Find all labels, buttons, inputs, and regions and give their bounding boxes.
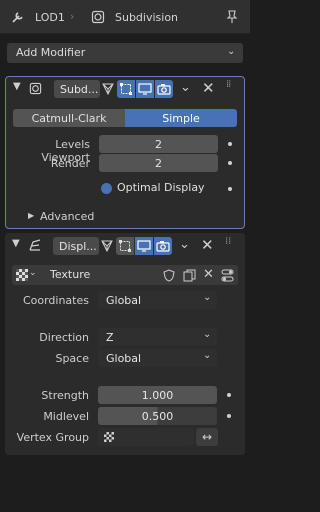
render-label: Render <box>50 157 90 170</box>
space-value: Global <box>106 351 142 365</box>
render-levels-field[interactable]: 2 <box>99 154 218 172</box>
midlevel-slider[interactable]: 0.500 <box>98 407 217 425</box>
modifier-icon <box>90 9 106 25</box>
subdivision-name: Subd... <box>60 82 99 96</box>
invert-arrows-icon[interactable]: ↔ <box>196 428 218 446</box>
texture-selector[interactable]: ⌄ Texture ✕ <box>12 265 238 285</box>
keyframe-dot-icon[interactable] <box>227 393 231 397</box>
coordinates-value: Global <box>106 293 142 307</box>
direction-value: Z <box>106 330 114 344</box>
strength-value: 1.000 <box>141 388 174 402</box>
tab-simple[interactable]: Simple <box>125 109 237 127</box>
add-modifier-label: Add Modifier <box>16 46 86 59</box>
chevron-down-icon: ⌄ <box>203 292 212 303</box>
chevron-down-icon: ⌄ <box>203 329 212 340</box>
subdivision-name-field[interactable]: Subd... <box>54 80 100 98</box>
strength-field[interactable]: 1.000 <box>98 386 217 404</box>
keyframe-dot-icon[interactable] <box>227 414 231 418</box>
tab-catmull-clark-label: Catmull-Clark <box>31 111 107 125</box>
midlevel-label: Midlevel <box>43 410 89 423</box>
close-icon[interactable]: ✕ <box>203 267 214 282</box>
wrench-icon[interactable] <box>10 9 26 25</box>
close-icon[interactable]: ✕ <box>201 236 214 254</box>
viewport-display-toggle-icon[interactable] <box>135 237 153 255</box>
texture-label: Texture <box>50 268 91 281</box>
render-toggle-icon[interactable] <box>154 237 172 255</box>
checker-texture-icon[interactable] <box>16 269 28 281</box>
chevron-down-icon: ⌄ <box>203 350 212 361</box>
optimal-display-label: Optimal Display <box>117 181 205 194</box>
shield-icon[interactable] <box>162 268 176 282</box>
subdivision-modifier-icon <box>28 81 42 95</box>
tab-simple-label: Simple <box>162 111 200 125</box>
duplicate-icon[interactable] <box>182 268 196 282</box>
object-name: LOD1 <box>35 11 65 24</box>
edit-mode-toggle-icon[interactable] <box>116 237 134 255</box>
keyframe-dot-icon[interactable] <box>228 161 232 165</box>
coordinates-dropdown[interactable]: Global ⌄ <box>98 291 217 309</box>
chevron-down-icon: ⌄ <box>227 46 236 57</box>
space-label: Space <box>55 352 89 365</box>
direction-label: Direction <box>39 331 89 344</box>
on-cage-icon[interactable] <box>98 237 116 255</box>
advanced-expand-icon[interactable]: ▶ <box>28 211 34 220</box>
toggle-icon[interactable] <box>220 268 234 282</box>
collapse-arrow-icon[interactable]: ▼ <box>12 238 20 249</box>
vertex-group-label: Vertex Group <box>16 431 89 444</box>
subdivision-modifier-panel: ▼ Subd... ⌄ ✕ ⁞⁞ Catmull-Clark Simple Le… <box>5 76 245 229</box>
space-dropdown[interactable]: Global ⌄ <box>98 349 217 367</box>
displace-modifier-panel: ▼ Displ... ⌄ ✕ ⁞⁞ ⌄ Texture ✕ Coordinate… <box>5 233 245 455</box>
edit-mode-toggle-icon[interactable] <box>117 80 135 98</box>
add-modifier-dropdown[interactable]: Add Modifier ⌄ <box>7 43 243 63</box>
vertex-group-field[interactable] <box>98 428 194 446</box>
collapse-arrow-icon[interactable]: ▼ <box>13 81 21 92</box>
modifier-breadcrumb-name: Subdivision <box>115 11 179 24</box>
keyframe-dot-icon[interactable] <box>228 187 232 191</box>
chevron-down-icon: ⌄ <box>29 268 37 278</box>
displace-name: Displ... <box>59 239 97 253</box>
render-levels-value: 2 <box>155 156 162 170</box>
midlevel-value: 0.500 <box>141 409 174 423</box>
properties-header: LOD1 › Subdivision <box>0 0 250 34</box>
direction-dropdown[interactable]: Z ⌄ <box>98 328 217 346</box>
close-icon[interactable]: ✕ <box>202 79 215 97</box>
vertex-group-icon <box>104 432 114 442</box>
chevron-down-icon[interactable]: ⌄ <box>180 80 191 95</box>
breadcrumb-separator: › <box>70 10 75 23</box>
chevron-down-icon[interactable]: ⌄ <box>179 237 190 252</box>
displace-name-field[interactable]: Displ... <box>53 237 99 255</box>
drag-handle-icon[interactable]: ⁞⁞ <box>226 79 231 90</box>
viewport-display-toggle-icon[interactable] <box>136 80 154 98</box>
coordinates-label: Coordinates <box>22 294 89 307</box>
pin-icon[interactable] <box>224 9 240 25</box>
drag-handle-icon[interactable]: ⁞⁞ <box>225 236 231 247</box>
optimal-display-checkbox[interactable] <box>101 183 112 194</box>
levels-viewport-field[interactable]: 2 <box>99 135 218 153</box>
keyframe-dot-icon[interactable] <box>228 142 232 146</box>
strength-label: Strength <box>41 389 89 402</box>
levels-viewport-value: 2 <box>155 137 162 151</box>
tab-catmull-clark[interactable]: Catmull-Clark <box>13 109 125 127</box>
advanced-label[interactable]: Advanced <box>40 210 94 223</box>
on-cage-icon[interactable] <box>99 80 117 98</box>
render-toggle-icon[interactable] <box>155 80 173 98</box>
displace-modifier-icon <box>27 237 43 253</box>
